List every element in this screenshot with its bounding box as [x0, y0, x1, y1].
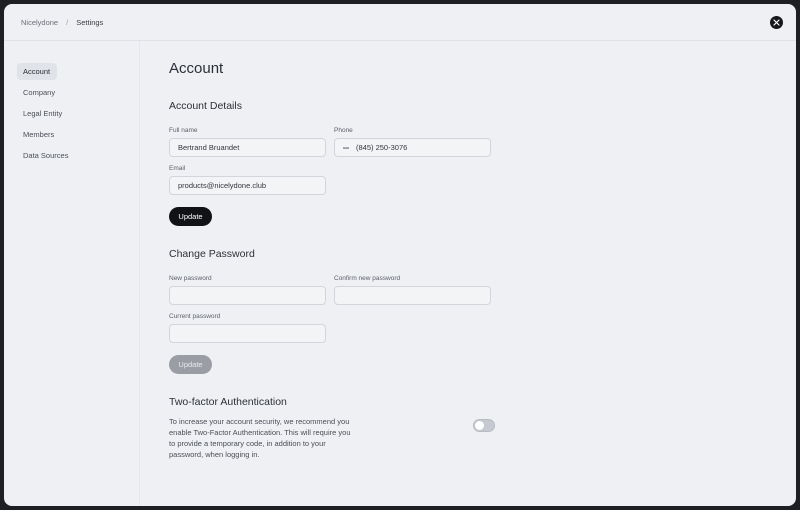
two-factor-toggle[interactable] [473, 419, 495, 432]
flag-icon[interactable]: ▬ [343, 145, 349, 151]
email-label: Email [169, 165, 186, 172]
account-update-button[interactable]: Update [169, 207, 212, 226]
full-name-value: Bertrand Bruandet [178, 143, 240, 152]
new-password-input[interactable] [169, 286, 326, 305]
breadcrumb: Nicelydone / Settings [21, 18, 103, 27]
full-name-input[interactable]: Bertrand Bruandet [169, 138, 326, 157]
sidebar-item-company[interactable]: Company [17, 84, 57, 101]
change-password-heading: Change Password [169, 248, 255, 260]
breadcrumb-root[interactable]: Nicelydone [21, 18, 58, 27]
phone-input[interactable]: ▬ (845) 250-3076 [334, 138, 491, 157]
sidebar-item-members[interactable]: Members [17, 126, 57, 143]
sidebar-item-account[interactable]: Account [17, 63, 57, 80]
two-factor-description: To increase your account security, we re… [169, 417, 351, 459]
sidebar-item-data-sources[interactable]: Data Sources [17, 147, 68, 164]
breadcrumb-separator: / [66, 18, 69, 27]
confirm-password-input[interactable] [334, 286, 491, 305]
email-value: products@nicelydone.club [178, 181, 267, 190]
close-icon [773, 19, 780, 26]
phone-value: (845) 250-3076 [356, 143, 408, 152]
breadcrumb-current: Settings [76, 18, 104, 27]
current-password-input[interactable] [169, 324, 326, 343]
new-password-label: New password [169, 275, 212, 282]
page-title: Account [169, 60, 224, 77]
phone-label: Phone [334, 127, 353, 134]
confirm-password-label: Confirm new password [334, 275, 401, 282]
two-factor-heading: Two-factor Authentication [169, 396, 287, 408]
current-password-label: Current password [169, 313, 221, 320]
account-details-heading: Account Details [169, 100, 242, 112]
toggle-knob [475, 421, 484, 430]
full-name-label: Full name [169, 127, 198, 134]
top-bar: Nicelydone / Settings [4, 4, 796, 41]
sidebar-item-legal-entity[interactable]: Legal Entity [17, 105, 62, 122]
password-update-button[interactable]: Update [169, 355, 212, 374]
main-content: Account Account Details Full name Bertra… [140, 41, 796, 506]
sidebar: Account Company Legal Entity Members Dat… [4, 41, 140, 506]
email-input[interactable]: products@nicelydone.club [169, 176, 326, 195]
close-button[interactable] [770, 16, 783, 29]
settings-window: Nicelydone / Settings Account Company Le… [4, 4, 796, 506]
